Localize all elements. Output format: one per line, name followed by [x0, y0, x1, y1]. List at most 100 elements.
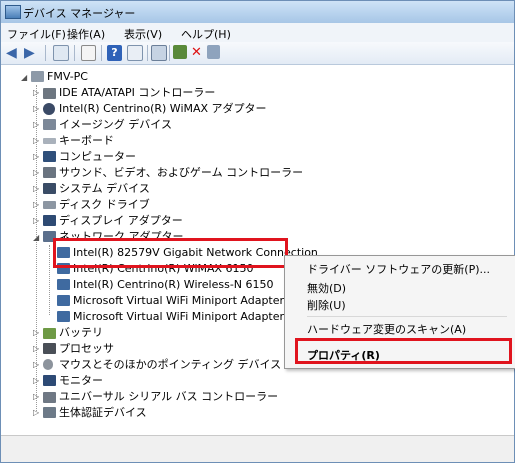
sound-icon	[43, 167, 56, 178]
category-label: ディスク ドライブ	[59, 198, 150, 211]
imaging-device-icon	[43, 119, 56, 130]
expand-icon[interactable]: ▷	[33, 357, 39, 373]
usb-icon	[43, 392, 56, 403]
battery-icon	[43, 328, 56, 339]
tree-category[interactable]: ▷ Intel(R) Centrino(R) WiMAX アダプター	[1, 101, 281, 117]
back-icon[interactable]: ◀	[6, 45, 22, 61]
menu-view[interactable]: 表示(V)	[124, 26, 162, 42]
expand-icon[interactable]: ▷	[33, 373, 39, 389]
network-device[interactable]: Intel(R) Centrino(R) Wireless-N 6150	[1, 277, 281, 293]
collapse-icon[interactable]: ◢	[33, 230, 39, 246]
category-label: バッテリ	[59, 326, 103, 339]
expand-icon[interactable]: ▷	[33, 389, 39, 405]
expand-icon[interactable]: ▷	[33, 325, 39, 341]
network-device[interactable]: Microsoft Virtual WiFi Miniport Adapter …	[1, 309, 304, 325]
mouse-icon	[43, 359, 53, 370]
wimax-icon	[43, 103, 55, 115]
network-card-icon	[57, 295, 70, 306]
properties-icon[interactable]	[81, 45, 96, 61]
category-label: IDE ATA/ATAPI コントローラー	[59, 86, 216, 99]
toolbar-separator	[169, 45, 170, 61]
tree-category[interactable]: ▷ ディスプレイ アダプター	[1, 213, 281, 229]
expand-icon[interactable]: ▷	[33, 165, 39, 181]
tree-category[interactable]: ▷ IDE ATA/ATAPI コントローラー	[1, 85, 281, 101]
keyboard-icon	[43, 138, 56, 144]
computer-icon	[43, 151, 56, 162]
tree-category[interactable]: ▷ サウンド、ビデオ、およびゲーム コントローラー	[1, 165, 304, 181]
disk-drive-icon	[43, 201, 56, 209]
menu-file[interactable]: ファイル(F)	[7, 26, 66, 42]
expand-icon[interactable]: ▷	[33, 149, 39, 165]
network-device[interactable]: Microsoft Virtual WiFi Miniport Adapter	[1, 293, 285, 309]
category-label: モニター	[59, 374, 103, 387]
toolbar-separator	[45, 45, 46, 61]
tree-category[interactable]: ▷ マウスとそのほかのポインティング デバイス	[1, 357, 281, 373]
forward-icon[interactable]: ▶	[24, 45, 40, 61]
category-label: プロセッサ	[59, 342, 114, 355]
title-bar: デバイス マネージャー	[1, 1, 514, 23]
tree-category[interactable]: ▷ 生体認証デバイス	[1, 405, 281, 421]
tree-root[interactable]: ◢ FMV-PC	[1, 69, 201, 85]
help-icon[interactable]: ?	[107, 45, 122, 61]
system-device-icon	[43, 183, 56, 194]
tree-category[interactable]: ▷ イメージング デバイス	[1, 117, 281, 133]
tree-category[interactable]: ▷ ユニバーサル シリアル バス コントローラー	[1, 389, 281, 405]
disable-icon[interactable]	[207, 45, 220, 59]
highlight-properties	[295, 338, 512, 364]
toolbar: ◀ ▶ ? ✕	[1, 42, 514, 65]
menu-update-driver[interactable]: ドライバー ソフトウェアの更新(P)...	[307, 261, 490, 277]
processor-icon	[43, 343, 56, 354]
expand-icon[interactable]: ▷	[33, 85, 39, 101]
device-label: Intel(R) Centrino(R) Wireless-N 6150	[73, 278, 274, 291]
expand-icon[interactable]: ▷	[33, 341, 39, 357]
status-bar	[1, 435, 514, 462]
menu-bar: ファイル(F) 操作(A) 表示(V) ヘルプ(H)	[1, 23, 514, 43]
update-driver-icon[interactable]	[173, 45, 187, 59]
tree-category[interactable]: ▷ ディスク ドライブ	[1, 197, 281, 213]
scan-icon[interactable]	[151, 45, 167, 61]
tree-category[interactable]: ▷ コンピューター	[1, 149, 281, 165]
ide-controller-icon	[43, 88, 56, 99]
category-label: サウンド、ビデオ、およびゲーム コントローラー	[59, 166, 304, 179]
menu-uninstall[interactable]: 削除(U)	[307, 297, 346, 313]
category-label: Intel(R) Centrino(R) WiMAX アダプター	[59, 102, 267, 115]
expand-icon[interactable]: ▷	[33, 405, 39, 421]
tree-category[interactable]: ▷ プロセッサ	[1, 341, 281, 357]
expand-icon[interactable]: ▷	[33, 101, 39, 117]
computer-icon	[31, 71, 44, 82]
uninstall-icon[interactable]: ✕	[191, 45, 207, 61]
network-card-icon	[57, 279, 70, 290]
menu-action[interactable]: 操作(A)	[67, 26, 105, 42]
expand-icon[interactable]: ▷	[33, 117, 39, 133]
monitor-icon	[43, 375, 56, 386]
expand-icon[interactable]: ▷	[33, 133, 39, 149]
tree-category[interactable]: ▷ バッテリ	[1, 325, 281, 341]
expand-icon[interactable]: ▷	[33, 181, 39, 197]
tree-category[interactable]: ▷ モニター	[1, 373, 281, 389]
menu-scan-hardware[interactable]: ハードウェア変更のスキャン(A)	[307, 321, 466, 337]
highlight-selected-device	[53, 238, 288, 268]
expand-icon[interactable]: ▷	[33, 197, 39, 213]
device-manager-icon	[5, 5, 21, 19]
toolbar-separator	[147, 45, 148, 61]
collapse-icon[interactable]: ◢	[21, 70, 27, 86]
tree-root-label: FMV-PC	[47, 70, 88, 83]
category-label: ディスプレイ アダプター	[59, 214, 183, 227]
network-card-icon	[57, 311, 70, 322]
tree-category[interactable]: ▷ キーボード	[1, 133, 281, 149]
toolbar-separator	[74, 45, 75, 61]
category-label: マウスとそのほかのポインティング デバイス	[59, 358, 282, 371]
category-label: イメージング デバイス	[59, 118, 172, 131]
expand-icon[interactable]: ▷	[33, 213, 39, 229]
menu-disable[interactable]: 無効(D)	[307, 280, 346, 296]
console-tree-icon[interactable]	[53, 45, 69, 61]
menu-help[interactable]: ヘルプ(H)	[181, 26, 231, 42]
toolbar-separator	[101, 45, 102, 61]
category-label: コンピューター	[59, 150, 136, 163]
category-label: システム デバイス	[59, 182, 150, 195]
tree-category[interactable]: ▷ システム デバイス	[1, 181, 281, 197]
biometric-icon	[43, 407, 56, 418]
device-label: Microsoft Virtual WiFi Miniport Adapter	[73, 294, 285, 307]
view-icon[interactable]	[127, 45, 143, 61]
device-label: Microsoft Virtual WiFi Miniport Adapter …	[73, 310, 304, 323]
